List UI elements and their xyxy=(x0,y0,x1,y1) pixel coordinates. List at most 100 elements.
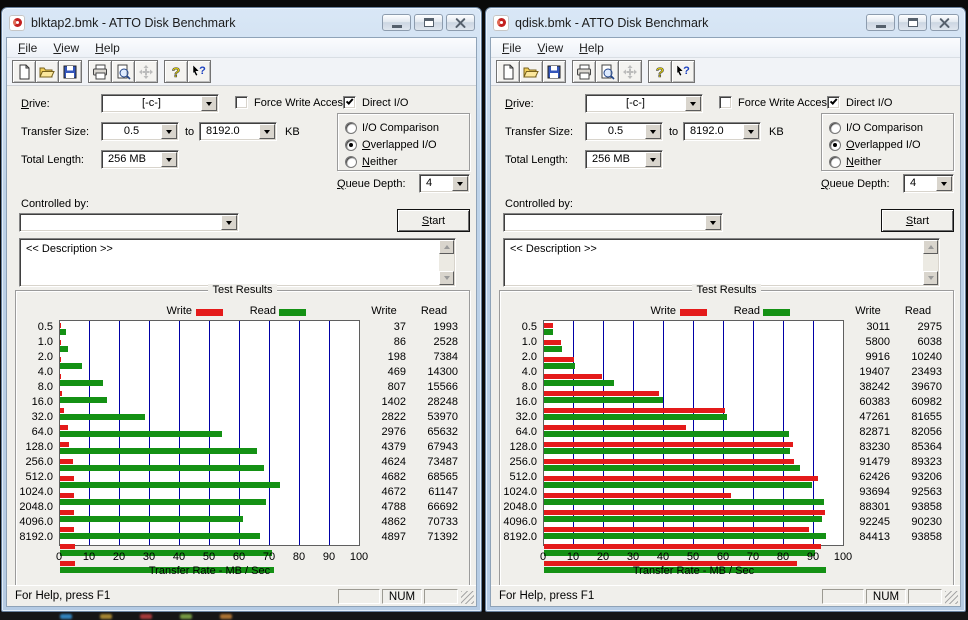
resize-grip[interactable] xyxy=(945,591,958,604)
new-button[interactable] xyxy=(496,60,520,83)
new-button[interactable] xyxy=(12,60,36,83)
save-button[interactable] xyxy=(58,60,82,83)
help-button[interactable]: ? xyxy=(648,60,672,83)
write-value: 38242 xyxy=(846,380,890,395)
radio-overlapped-io[interactable]: Overlapped I/O xyxy=(829,136,953,153)
radio-overlapped-io[interactable]: Overlapped I/O xyxy=(345,136,469,153)
taskbar-icon[interactable] xyxy=(220,614,232,619)
menu-view[interactable]: View xyxy=(529,39,571,57)
help-button[interactable]: ? xyxy=(164,60,188,83)
y-tick-label: 512.0 xyxy=(500,470,540,485)
dropdown-arrow-icon[interactable] xyxy=(685,96,701,111)
dropdown-arrow-icon[interactable] xyxy=(743,124,759,139)
radio-neither[interactable]: Neither xyxy=(829,153,953,170)
description-scrollbar[interactable] xyxy=(923,240,938,285)
direct-io-checkbox[interactable]: Direct I/O xyxy=(343,96,408,109)
context-help-button[interactable]: ? xyxy=(671,60,695,83)
read-value: 85364 xyxy=(894,440,942,455)
move-button[interactable] xyxy=(134,60,158,83)
taskbar-icon[interactable] xyxy=(180,614,192,619)
description-scrollbar[interactable] xyxy=(439,240,454,285)
print-button[interactable] xyxy=(88,60,112,83)
taskbar-icon[interactable] xyxy=(100,614,112,619)
taskbar[interactable] xyxy=(0,612,968,620)
write-bar xyxy=(544,442,793,447)
dropdown-arrow-icon[interactable] xyxy=(705,215,721,230)
menu-file[interactable]: File xyxy=(494,39,529,57)
menu-view[interactable]: View xyxy=(45,39,87,57)
scroll-down-button[interactable] xyxy=(923,271,938,285)
minimize-button[interactable] xyxy=(866,14,895,31)
controlled-by-select[interactable] xyxy=(19,213,239,232)
scroll-up-button[interactable] xyxy=(439,240,454,254)
save-button[interactable] xyxy=(542,60,566,83)
print-button[interactable] xyxy=(572,60,596,83)
move-button[interactable] xyxy=(618,60,642,83)
dropdown-arrow-icon[interactable] xyxy=(161,152,177,167)
resize-grip[interactable] xyxy=(461,591,474,604)
dropdown-arrow-icon[interactable] xyxy=(161,124,177,139)
transfer-from-select[interactable]: 0.5 xyxy=(101,122,179,141)
dropdown-arrow-icon[interactable] xyxy=(201,96,217,111)
start-button[interactable]: Start xyxy=(397,209,470,232)
start-button[interactable]: Start xyxy=(881,209,954,232)
queue-depth-select[interactable]: 4 xyxy=(419,174,470,193)
dropdown-arrow-icon[interactable] xyxy=(645,124,661,139)
dropdown-arrow-icon[interactable] xyxy=(452,176,468,191)
write-value: 2822 xyxy=(362,410,406,425)
write-bar xyxy=(60,408,64,413)
total-length-select[interactable]: 256 MB xyxy=(101,150,179,169)
print-preview-button[interactable] xyxy=(111,60,135,83)
read-column-header: Read xyxy=(894,305,942,317)
svg-text:?: ? xyxy=(683,65,690,77)
scroll-up-button[interactable] xyxy=(923,240,938,254)
queue-depth-select[interactable]: 4 xyxy=(903,174,954,193)
direct-io-checkbox[interactable]: Direct I/O xyxy=(827,96,892,109)
write-bar xyxy=(60,459,73,464)
minimize-button[interactable] xyxy=(382,14,411,31)
scroll-down-button[interactable] xyxy=(439,271,454,285)
description-box[interactable]: << Description >> xyxy=(503,238,940,287)
read-value: 90230 xyxy=(894,515,942,530)
force-write-checkbox[interactable]: Force Write Access xyxy=(719,96,833,109)
values-table: 3719938625281987384469143008071556614022… xyxy=(362,320,462,545)
dropdown-arrow-icon[interactable] xyxy=(259,124,275,139)
drive-select[interactable]: [-c-] xyxy=(585,94,703,113)
write-value: 198 xyxy=(362,350,406,365)
write-value: 91479 xyxy=(846,455,890,470)
transfer-to-select[interactable]: 8192.0 xyxy=(199,122,277,141)
close-button[interactable] xyxy=(930,14,959,31)
close-button[interactable] xyxy=(446,14,475,31)
restore-button[interactable] xyxy=(898,14,927,31)
titlebar[interactable]: qdisk.bmk - ATTO Disk Benchmark xyxy=(486,8,965,35)
radio-io-comparison[interactable]: I/O Comparison xyxy=(345,119,469,136)
open-button[interactable] xyxy=(35,60,59,83)
radio-neither[interactable]: Neither xyxy=(345,153,469,170)
print-preview-button[interactable] xyxy=(595,60,619,83)
drive-select[interactable]: [-c-] xyxy=(101,94,219,113)
taskbar-icon[interactable] xyxy=(140,614,152,619)
menu-help[interactable]: Help xyxy=(571,39,612,57)
taskbar-icon[interactable] xyxy=(60,614,72,619)
dropdown-arrow-icon[interactable] xyxy=(221,215,237,230)
open-button[interactable] xyxy=(519,60,543,83)
transfer-to-select[interactable]: 8192.0 xyxy=(683,122,761,141)
menu-help[interactable]: Help xyxy=(87,39,128,57)
chart-row xyxy=(544,425,843,440)
write-value: 4672 xyxy=(362,485,406,500)
dropdown-arrow-icon[interactable] xyxy=(936,176,952,191)
menu-file[interactable]: File xyxy=(10,39,45,57)
force-write-checkbox[interactable]: Force Write Access xyxy=(235,96,349,109)
chart-row xyxy=(544,510,843,525)
controlled-by-select[interactable] xyxy=(503,213,723,232)
description-box[interactable]: << Description >> xyxy=(19,238,456,287)
write-bar xyxy=(544,323,553,328)
restore-button[interactable] xyxy=(414,14,443,31)
transfer-from-select[interactable]: 0.5 xyxy=(585,122,663,141)
dropdown-arrow-icon[interactable] xyxy=(645,152,661,167)
context-help-button[interactable]: ? xyxy=(187,60,211,83)
radio-io-comparison[interactable]: I/O Comparison xyxy=(829,119,953,136)
values-row: 9369492563 xyxy=(846,485,946,500)
total-length-select[interactable]: 256 MB xyxy=(585,150,663,169)
titlebar[interactable]: blktap2.bmk - ATTO Disk Benchmark xyxy=(2,8,481,35)
